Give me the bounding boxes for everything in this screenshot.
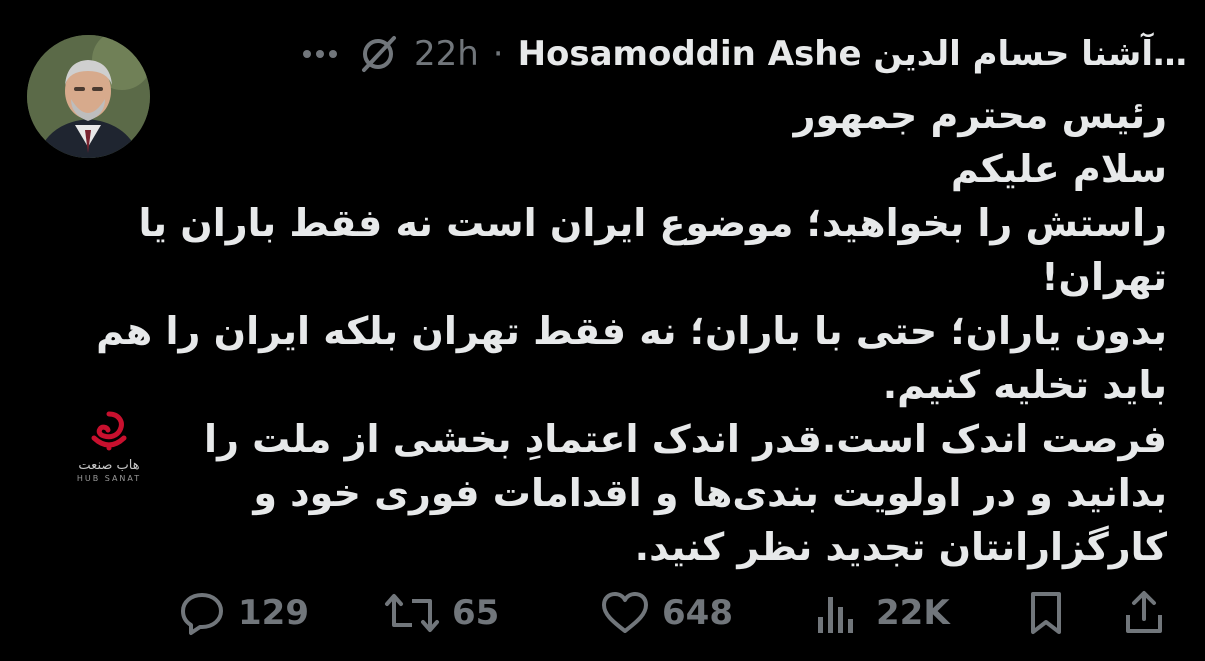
views-icon — [818, 597, 853, 633]
watermark-logo — [91, 411, 127, 451]
more-icon[interactable] — [298, 32, 342, 76]
grok-icon[interactable] — [356, 32, 400, 76]
reply-button[interactable]: 129 — [178, 585, 309, 641]
tweet-line: کارگزارانتان تجدید نظر کنید. — [634, 525, 1167, 569]
share-button[interactable] — [1122, 585, 1166, 641]
bookmark-icon — [1031, 592, 1061, 634]
reply-icon — [181, 593, 223, 635]
tweet-line: باید تخلیه کنیم. — [882, 363, 1167, 407]
like-count: 648 — [662, 593, 733, 633]
tweet-header: 22h · Hosamoddin Ashe آشنا حسام الدين… — [298, 26, 1187, 82]
author-avatar[interactable] — [27, 35, 150, 158]
watermark-en-text: HUB SANAT — [76, 474, 142, 483]
tweet-body: رئیس محترم جمهور سلام علیکم راستش را بخو… — [96, 88, 1168, 574]
tweet-line: بدانید و در اولویت بندی‌ها و اقدامات فور… — [253, 471, 1167, 515]
like-button[interactable]: 648 — [600, 585, 733, 641]
author-name[interactable]: Hosamoddin Ashe آشنا حسام الدين… — [518, 34, 1187, 74]
repost-button[interactable]: 65 — [384, 585, 499, 641]
bookmark-button[interactable] — [1024, 585, 1068, 641]
tweet-line: سلام علیکم — [950, 147, 1167, 191]
hub-sanat-watermark: هاب صنعت HUB SANAT — [68, 408, 150, 484]
views-count: 22K — [876, 593, 950, 633]
avatar-portrait — [27, 35, 150, 158]
tweet-time[interactable]: 22h — [414, 34, 479, 74]
repost-icon — [385, 594, 439, 632]
repost-count: 65 — [452, 593, 500, 633]
header-separator: · — [492, 34, 504, 74]
tweet-line: فرصت اندک است.قدر اندک اعتمادِ بخشی از م… — [204, 417, 1167, 461]
tweet-line: بدون یاران؛ حتی با باران؛ نه فقط تهران ب… — [96, 309, 1167, 353]
share-icon — [1126, 591, 1162, 633]
watermark-fa-text: هاب صنعت — [78, 458, 140, 473]
views-button[interactable]: 22K — [812, 585, 950, 641]
like-icon — [602, 592, 648, 633]
tweet-actions: 129 65 648 22K — [0, 585, 1205, 641]
tweet-line: رئیس محترم جمهور — [793, 93, 1167, 137]
tweet-line: راستش را بخواهید؛ موضوع ایران است نه فقط… — [138, 201, 1168, 245]
reply-count: 129 — [238, 593, 309, 633]
tweet-line: تهران! — [1041, 255, 1167, 299]
